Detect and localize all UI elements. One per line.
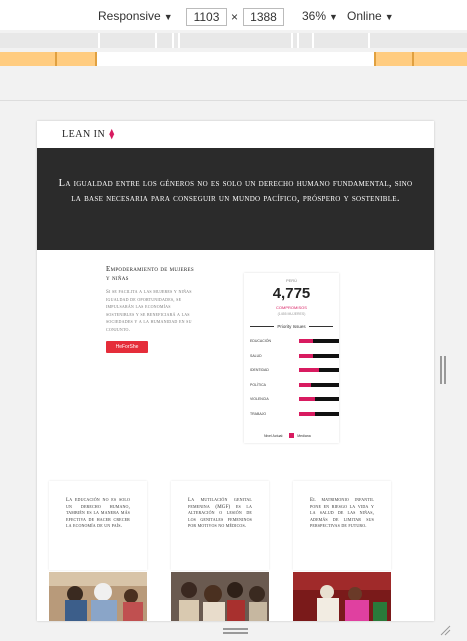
resize-handle-right[interactable] [440,356,446,384]
breakpoint-tick[interactable] [178,33,180,48]
breakpoint-segment[interactable] [0,52,97,66]
issue-row: SALUD [250,353,339,359]
breakpoint-tick[interactable] [155,33,157,48]
issue-row: EDUCACIÓN [250,338,339,344]
page-viewport[interactable]: LEAN IN ⧫ La igualdad entre los géneros … [37,121,434,621]
priority-label: Priority Issues [277,324,306,329]
height-input[interactable] [243,8,284,26]
media-query-bar[interactable] [0,33,467,48]
breakpoint-tick[interactable] [412,52,414,66]
issue-label: TRABAJO [250,411,267,416]
issue-label: EDUCACIÓN [250,339,272,343]
commitments-label: COMPROMISOS [276,305,307,310]
issue-label: POLÍTICA [250,382,266,387]
issue-bar-fill [299,411,315,416]
info-box-education: La educación no es solo un derecho human… [49,481,147,570]
site-header: LEAN IN ⧫ [37,121,434,148]
info-text: El matrimonio infantil pone en riesgo la… [310,498,374,529]
legend-current: Nivel Actual: [264,433,284,438]
issue-label: SALUD [250,353,262,358]
breakpoint-tick[interactable] [95,52,97,66]
media-query-bar-2[interactable] [0,52,467,66]
issue-bar [299,382,339,387]
chevron-down-icon: ▼ [384,12,394,22]
hero-text: La igualdad entre los géneros no es solo… [58,178,413,204]
chevron-down-icon: ▼ [163,12,173,22]
resize-handle-bottom[interactable] [223,628,248,634]
resize-corner-icon[interactable] [439,624,451,636]
breakpoint-tick[interactable] [172,33,174,48]
issue-bar-fill [299,339,313,343]
issue-bar [299,353,339,358]
breakpoint-tick[interactable] [374,52,376,66]
info-box-fgm: La mutilación genital femenina (MGF) es … [171,481,269,570]
breakpoint-tick[interactable] [55,52,57,66]
photo-children[interactable] [171,572,269,621]
info-text: La mutilación genital femenina (MGF) es … [188,498,252,529]
device-select[interactable]: Responsive ▼ [98,9,173,23]
breakpoint-tick[interactable] [291,33,293,48]
legend: Nivel Actual: Mediana [264,433,311,438]
divider [0,100,467,101]
device-label: Responsive [98,9,161,23]
network-select[interactable]: Online ▼ [347,9,394,23]
zoom-label: 36% [302,9,327,23]
photo-girls[interactable] [49,572,147,621]
stats-card: PERÚ 4,775 COMPROMISOS (1455 MUJERES) Pr… [244,273,339,443]
issue-bar-fill [299,368,319,372]
info-box-child-marriage: El matrimonio infantil pone en riesgo la… [293,481,391,570]
issue-row: VIOLENCIA [250,396,339,402]
issue-row: POLÍTICA [250,382,339,388]
divider [308,326,334,327]
divider [250,326,275,327]
photo-wedding[interactable] [293,572,391,621]
legend-median: Mediana [297,433,311,438]
logo-icon: ⧫ [109,129,115,140]
women-count: (1455 MUJERES) [277,312,306,316]
country-label: PERÚ [285,278,298,283]
issue-bar [299,339,339,343]
chevron-down-icon: ▼ [329,12,338,22]
hero-banner: La igualdad entre los géneros no es solo… [37,148,434,250]
breakpoint-segment[interactable] [374,52,467,66]
info-text: La educación no es solo un derecho human… [66,498,130,529]
heforshe-button[interactable]: HeForShe [106,341,148,353]
logo[interactable]: LEAN IN [62,129,105,140]
breakpoint-tick[interactable] [98,33,100,48]
dimension-separator: × [231,10,239,24]
zoom-select[interactable]: 36% ▼ [302,9,338,23]
issue-bar-fill [299,397,315,401]
empower-section: Empoderamiento de mujeres y niñas Si se … [106,265,198,353]
issue-bar [299,368,339,372]
issue-label: IDENTIDAD [250,368,269,372]
width-input[interactable] [186,8,227,26]
issue-bar-fill [299,353,313,358]
issue-bar [299,411,339,416]
issue-label: VIOLENCIA [250,397,269,401]
empower-body: Si se facilita a las mujeres y niñas igu… [106,290,192,333]
commitment-count: 4,775 [272,285,311,302]
devtools-toolbar: Responsive▼ × 36%▼ Online▼ [0,0,467,30]
issue-bar [299,397,339,401]
issue-row: TRABAJO [250,411,339,417]
legend-swatch [289,433,295,438]
breakpoint-tick[interactable] [312,33,314,48]
priority-issues-heading: Priority Issues [250,324,334,329]
issue-bar-fill [299,382,311,387]
issue-row: IDENTIDAD [250,367,339,373]
breakpoint-tick[interactable] [368,33,370,48]
network-label: Online [347,9,382,23]
empower-title: Empoderamiento de mujeres y niñas [106,265,194,282]
breakpoint-tick[interactable] [297,33,299,48]
